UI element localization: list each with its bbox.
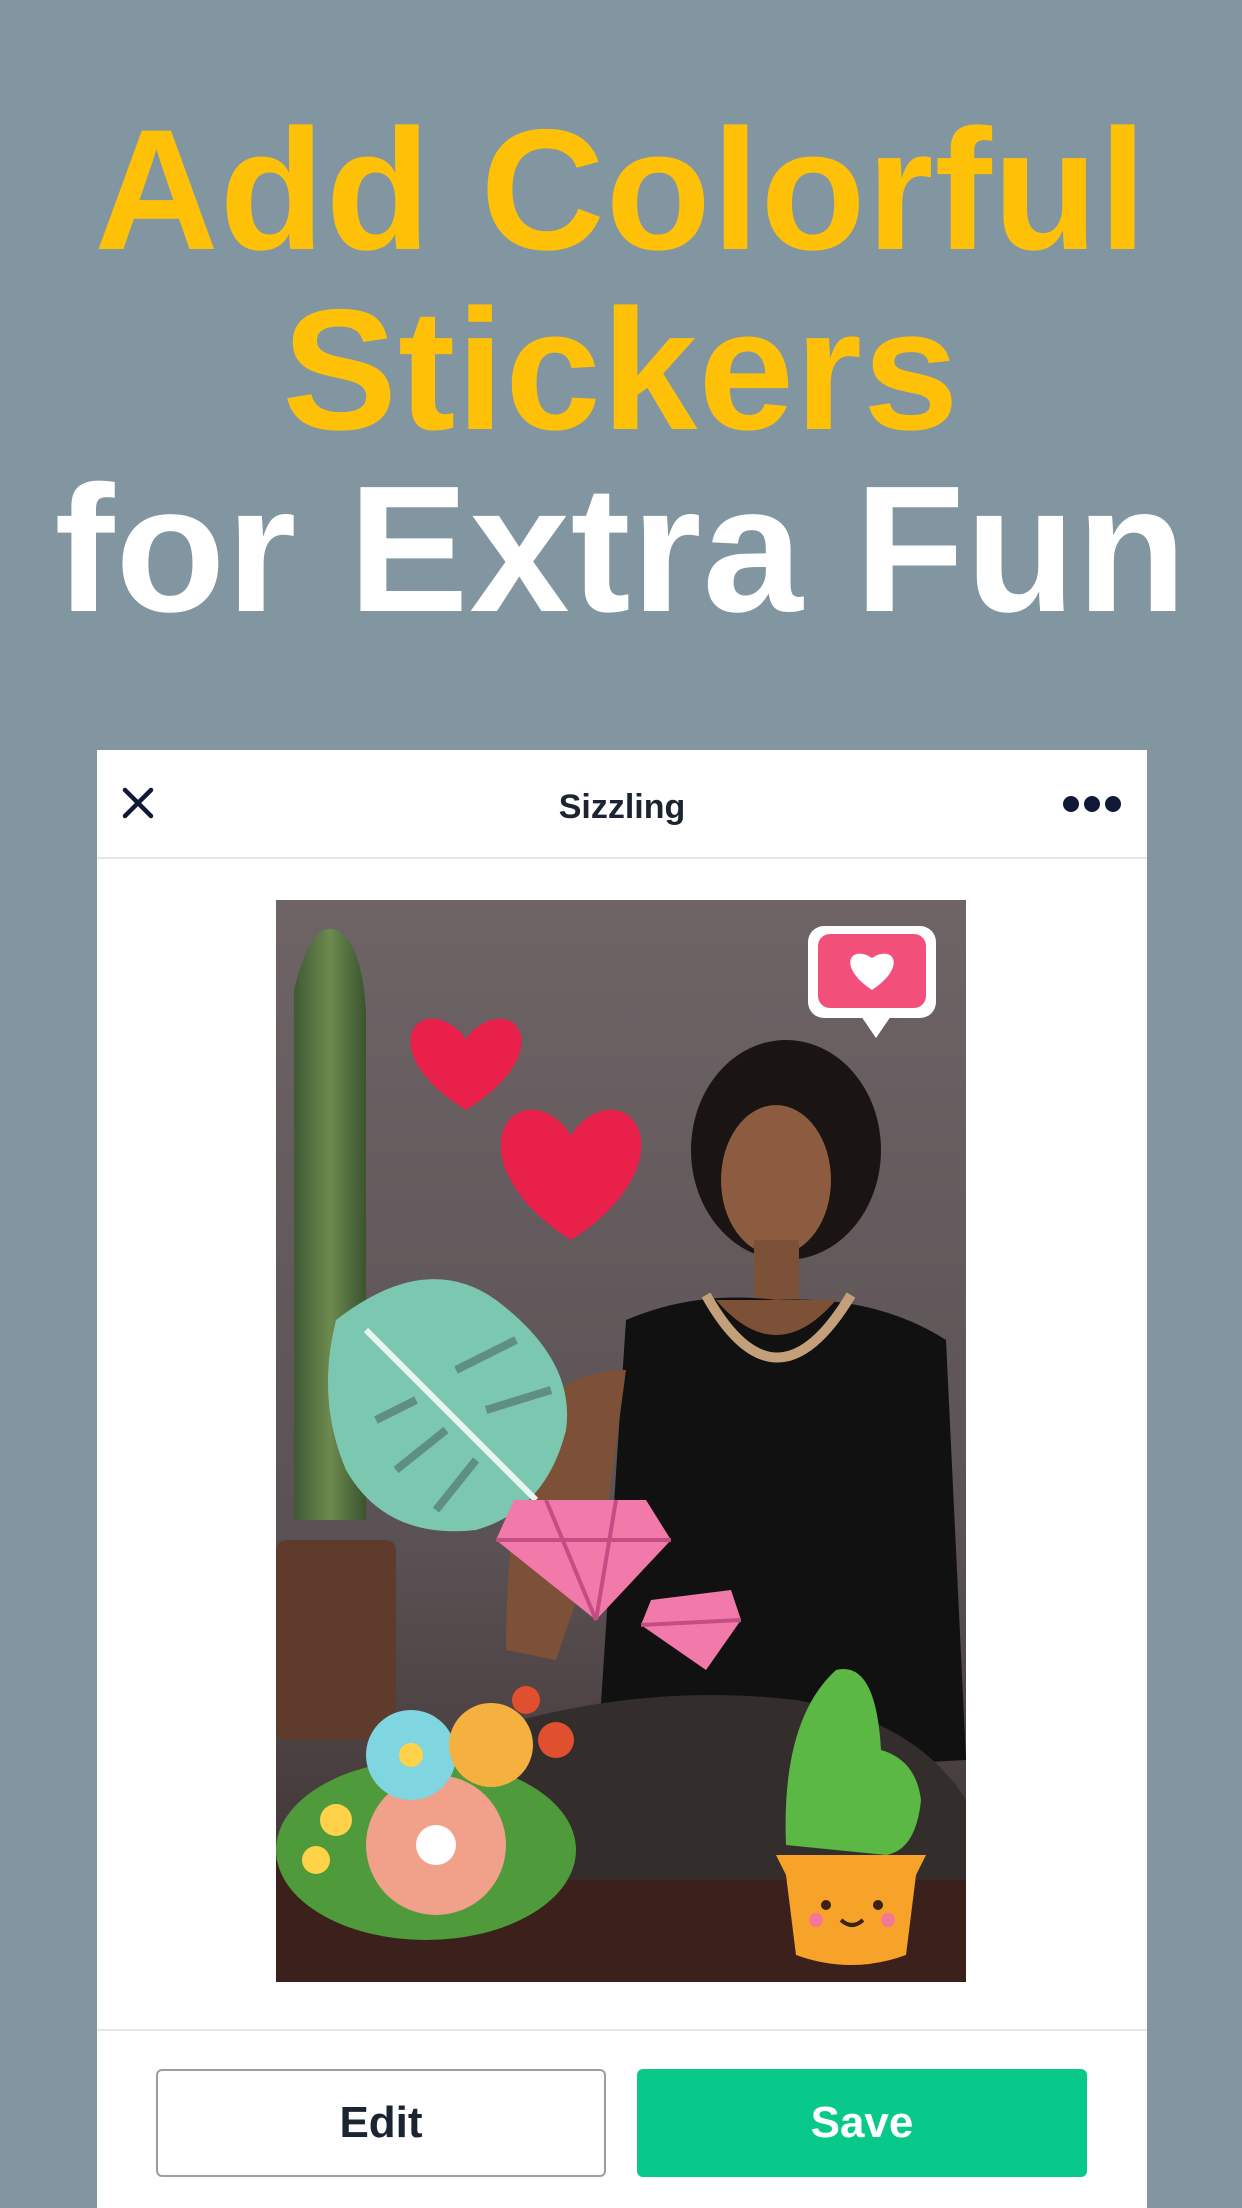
page-title: Sizzling (558, 788, 686, 826)
more-options-button[interactable] (1061, 784, 1123, 824)
edit-button[interactable]: Edit (156, 2069, 606, 2177)
headline-line-3: for Extra Fun (54, 449, 1188, 650)
headline: Add Colorful Stickers for Extra Fun (0, 100, 1242, 640)
editor-footer: Edit Save (97, 2029, 1147, 2208)
editor-header: Sizzling (97, 750, 1147, 859)
headline-line-1: Add Colorful (94, 94, 1148, 286)
photo-canvas[interactable] (276, 900, 966, 1982)
headline-line-2: Stickers (282, 274, 960, 466)
editor-card: Sizzling Edit Save (97, 750, 1147, 2208)
more-options-icon (1063, 796, 1121, 812)
save-button[interactable]: Save (637, 2069, 1087, 2177)
